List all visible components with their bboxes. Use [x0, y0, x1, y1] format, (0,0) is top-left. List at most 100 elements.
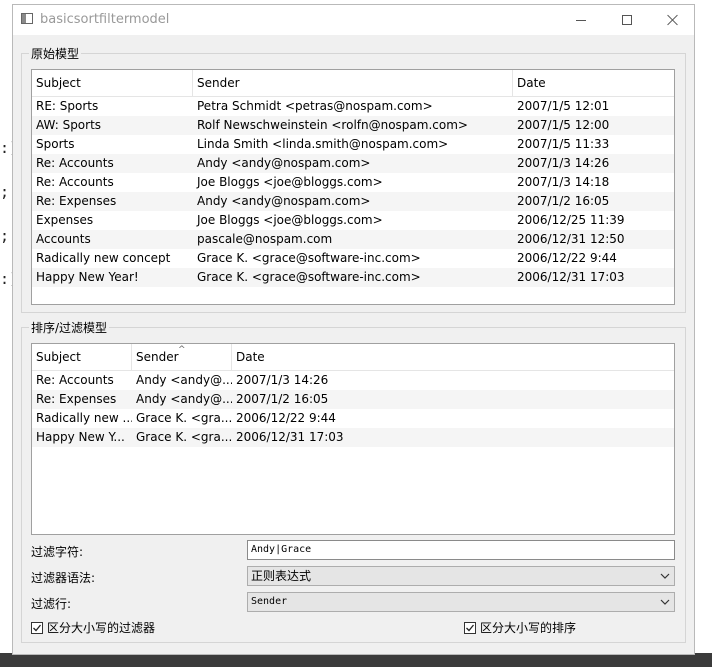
source-header-subject[interactable]: Subject	[32, 70, 193, 96]
proxy-cell-subject[interactable]: Happy New Y...	[32, 428, 132, 447]
case-sensitive-sort-label: 区分大小写的排序	[480, 621, 577, 635]
filter-column-combo[interactable]: Sender	[247, 592, 675, 612]
source-header-date[interactable]: Date	[513, 70, 674, 96]
source-table-body: RE: Sports Petra Schmidt <petras@nospam.c…	[32, 97, 674, 287]
proxy-table-header: Subject Sender ^ Date	[32, 344, 674, 371]
sort-ascending-icon: ^	[178, 345, 186, 355]
source-cell-subject[interactable]: RE: Sports	[32, 97, 193, 116]
proxy-table-row[interactable]: Happy New Y... Grace K. <gra... 2006/12/31…	[32, 428, 674, 447]
source-cell-date[interactable]: 2007/1/2 16:05	[513, 192, 674, 211]
proxy-cell-subject[interactable]: Re: Accounts	[32, 371, 132, 390]
source-cell-subject[interactable]: Radically new concept	[32, 249, 193, 268]
proxy-header-sender[interactable]: Sender ^	[132, 344, 232, 370]
source-cell-sender[interactable]: Linda Smith <linda.smith@nospam.com>	[193, 135, 513, 154]
filter-syntax-combo[interactable]: 正则表达式	[247, 566, 675, 586]
proxy-cell-date[interactable]: 2006/12/31 17:03	[232, 428, 674, 447]
proxy-cell-date[interactable]: 2006/12/22 9:44	[232, 409, 674, 428]
checkbox-checked-icon	[464, 621, 476, 634]
source-table-row[interactable]: Expenses Joe Bloggs <joe@bloggs.com> 2006/…	[32, 211, 674, 230]
source-cell-subject[interactable]: Sports	[32, 135, 193, 154]
proxy-cell-date[interactable]: 2007/1/2 16:05	[232, 390, 674, 409]
source-table-row[interactable]: Happy New Year! Grace K. <grace@software-…	[32, 268, 674, 287]
source-cell-sender[interactable]: Grace K. <grace@software-inc.com>	[193, 249, 513, 268]
source-model-group-title: 原始模型	[29, 45, 82, 62]
source-cell-date[interactable]: 2007/1/5 12:01	[513, 97, 674, 116]
source-cell-subject[interactable]: AW: Sports	[32, 116, 193, 135]
background-glyph: ;	[0, 227, 10, 245]
proxy-table-body: Re: Accounts Andy <andy@... 2007/1/3 14:26…	[32, 371, 674, 447]
case-sensitive-filter-checkbox[interactable]: 区分大小写的过滤器	[31, 619, 155, 636]
source-cell-subject[interactable]: Re: Accounts	[32, 173, 193, 192]
source-table-view[interactable]: Subject Sender Date RE: Sports Petra Schm…	[31, 69, 675, 305]
minimize-button[interactable]	[558, 5, 604, 35]
proxy-header-subject[interactable]: Subject	[32, 344, 132, 370]
source-cell-subject[interactable]: Expenses	[32, 211, 193, 230]
proxy-header-sender-label: Sender	[136, 350, 179, 364]
case-sensitive-filter-label: 区分大小写的过滤器	[47, 621, 156, 635]
proxy-cell-sender[interactable]: Andy <andy@...	[132, 390, 232, 409]
case-sensitive-sort-checkbox[interactable]: 区分大小写的排序	[464, 619, 576, 636]
filter-pattern-input[interactable]: Andy|Grace	[247, 540, 675, 560]
source-table-row[interactable]: Sports Linda Smith <linda.smith@nospam.co…	[32, 135, 674, 154]
proxy-table-row[interactable]: Radically new ... Grace K. <gra... 2006/12…	[32, 409, 674, 428]
filter-syntax-value: 正则表达式	[251, 569, 312, 583]
source-cell-sender[interactable]: Andy <andy@nospam.com>	[193, 192, 513, 211]
main-window: basicsortfiltermodel 原始模型 Subject Sender…	[12, 4, 695, 655]
source-cell-date[interactable]: 2006/12/31 17:03	[513, 268, 674, 287]
source-cell-sender[interactable]: Rolf Newschweinstein <rolfn@nospam.com>	[193, 116, 513, 135]
source-cell-date[interactable]: 2007/1/3 14:18	[513, 173, 674, 192]
source-cell-sender[interactable]: Petra Schmidt <petras@nospam.com>	[193, 97, 513, 116]
source-cell-subject[interactable]: Accounts	[32, 230, 193, 249]
filter-column-label: 过滤行:	[31, 597, 72, 611]
source-cell-sender[interactable]: Andy <andy@nospam.com>	[193, 154, 513, 173]
source-table-row[interactable]: Re: Accounts Joe Bloggs <joe@bloggs.com> 2…	[32, 173, 674, 192]
source-cell-sender[interactable]: pascale@nospam.com	[193, 230, 513, 249]
source-cell-date[interactable]: 2006/12/25 11:39	[513, 211, 674, 230]
source-table-row[interactable]: Re: Accounts Andy <andy@nospam.com> 2007/1…	[32, 154, 674, 173]
source-table-row[interactable]: AW: Sports Rolf Newschweinstein <rolfn@no…	[32, 116, 674, 135]
taskbar	[0, 653, 712, 667]
title-bar[interactable]: basicsortfiltermodel	[13, 5, 694, 35]
proxy-cell-date[interactable]: 2007/1/3 14:26	[232, 371, 674, 390]
source-cell-sender[interactable]: Joe Bloggs <joe@bloggs.com>	[193, 211, 513, 230]
proxy-table-row[interactable]: Re: Accounts Andy <andy@... 2007/1/3 14:26	[32, 371, 674, 390]
filter-column-value: Sender	[251, 596, 288, 607]
proxy-header-date[interactable]: Date	[232, 344, 674, 370]
proxy-cell-sender[interactable]: Andy <andy@...	[132, 371, 232, 390]
close-button[interactable]	[650, 5, 696, 35]
source-table-row[interactable]: Radically new concept Grace K. <grace@sof…	[32, 249, 674, 268]
source-table-row[interactable]: Re: Expenses Andy <andy@nospam.com> 2007/1…	[32, 192, 674, 211]
source-cell-sender[interactable]: Joe Bloggs <joe@bloggs.com>	[193, 173, 513, 192]
source-cell-date[interactable]: 2006/12/31 12:50	[513, 230, 674, 249]
proxy-table-row[interactable]: Re: Expenses Andy <andy@... 2007/1/2 16:05	[32, 390, 674, 409]
filter-pattern-label: 过滤字符:	[31, 545, 84, 559]
source-cell-date[interactable]: 2007/1/3 14:26	[513, 154, 674, 173]
source-cell-subject[interactable]: Re: Expenses	[32, 192, 193, 211]
source-cell-subject[interactable]: Happy New Year!	[32, 268, 193, 287]
proxy-cell-sender[interactable]: Grace K. <gra...	[132, 428, 232, 447]
app-window-icon	[21, 13, 33, 24]
source-table-header: Subject Sender Date	[32, 70, 674, 97]
chevron-down-icon	[660, 599, 670, 605]
chevron-down-icon	[660, 573, 670, 579]
proxy-model-group-title: 排序/过滤模型	[29, 319, 110, 336]
proxy-cell-subject[interactable]: Re: Expenses	[32, 390, 132, 409]
source-cell-date[interactable]: 2007/1/5 11:33	[513, 135, 674, 154]
filter-syntax-label: 过滤器语法:	[31, 571, 96, 585]
maximize-icon	[622, 15, 632, 25]
source-table-row[interactable]: RE: Sports Petra Schmidt <petras@nospam.c…	[32, 97, 674, 116]
proxy-table-view[interactable]: Subject Sender ^ Date Re: Accounts Andy <…	[31, 343, 675, 535]
proxy-cell-subject[interactable]: Radically new ...	[32, 409, 132, 428]
minimize-icon	[576, 19, 586, 21]
source-cell-date[interactable]: 2006/12/22 9:44	[513, 249, 674, 268]
proxy-cell-sender[interactable]: Grace K. <gra...	[132, 409, 232, 428]
background-glyph: ;	[0, 183, 10, 201]
source-table-row[interactable]: Accounts pascale@nospam.com 2006/12/31 12:…	[32, 230, 674, 249]
source-cell-sender[interactable]: Grace K. <grace@software-inc.com>	[193, 268, 513, 287]
maximize-button[interactable]	[604, 5, 650, 35]
checkbox-checked-icon	[31, 621, 43, 634]
source-cell-subject[interactable]: Re: Accounts	[32, 154, 193, 173]
window-title: basicsortfiltermodel	[40, 12, 170, 27]
source-cell-date[interactable]: 2007/1/5 12:00	[513, 116, 674, 135]
source-header-sender[interactable]: Sender	[193, 70, 513, 96]
